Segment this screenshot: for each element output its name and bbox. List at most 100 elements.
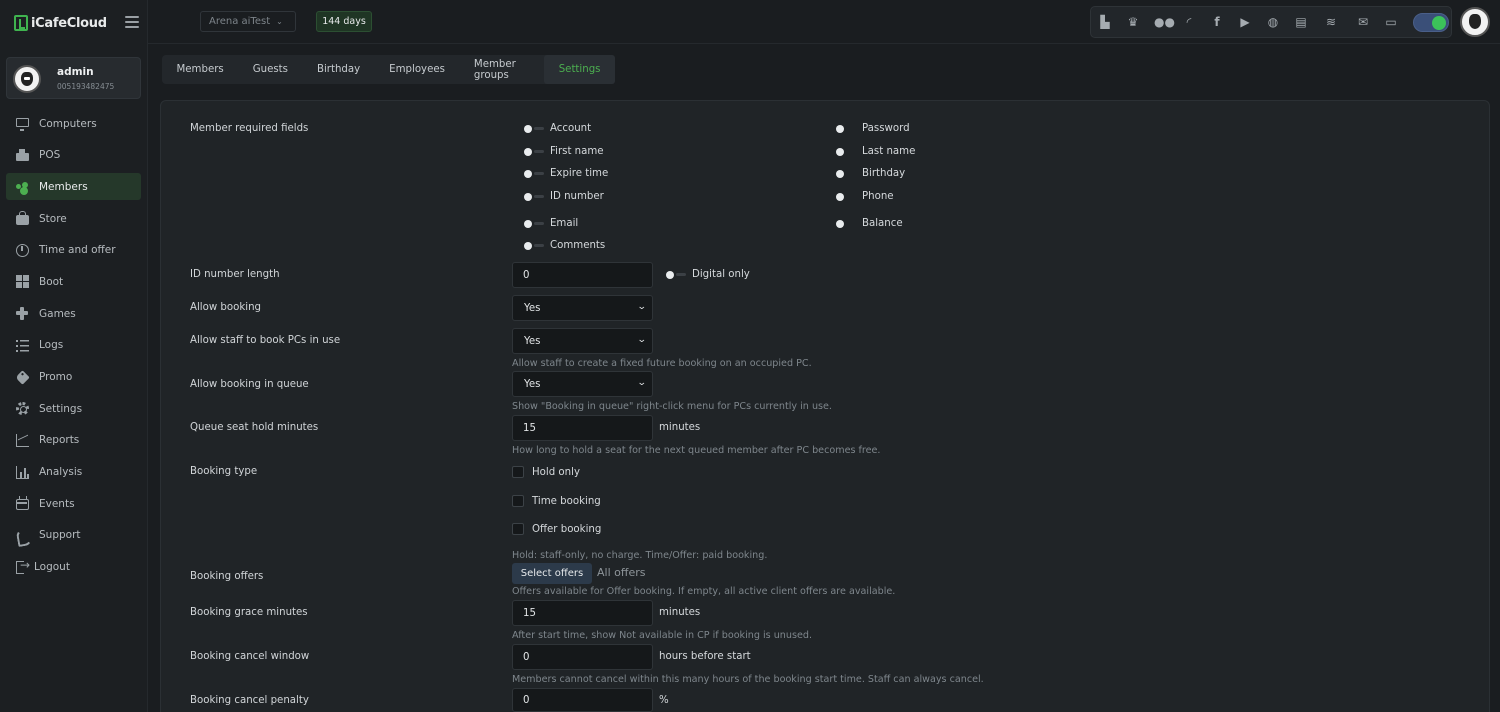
field-label: Phone	[862, 191, 894, 202]
checkbox[interactable]	[512, 495, 524, 507]
cancel-window-label: Booking cancel window	[190, 651, 310, 662]
field-toggle-first-name[interactable]: First name	[524, 146, 604, 157]
id-length-input[interactable]: 0	[512, 262, 653, 288]
field-toggle-birthday[interactable]: Birthday	[836, 168, 905, 179]
toggle-track	[534, 150, 544, 153]
sidebar-item-label: Events	[39, 497, 75, 510]
top-avatar[interactable]	[1460, 7, 1490, 37]
sidebar-item-pos[interactable]: POS	[6, 142, 141, 169]
checkbox[interactable]	[512, 523, 524, 535]
field-toggle-email[interactable]: Email	[524, 218, 578, 229]
sidebar-item-promo[interactable]: Promo	[6, 364, 141, 391]
sidebar-item-label: Time and offer	[39, 244, 116, 257]
tab-employees[interactable]: Employees	[375, 55, 460, 84]
digital-only-label: Digital only	[692, 269, 750, 280]
toggle-track	[534, 195, 544, 198]
toggle-dot	[524, 124, 532, 133]
booking-type-offer-booking[interactable]: Offer booking	[512, 523, 601, 535]
sidebar-item-computers[interactable]: Computers	[6, 110, 141, 137]
booking-type-time-booking[interactable]: Time booking	[512, 495, 601, 507]
toggle-dot	[666, 270, 674, 279]
cancel-window-input[interactable]: 0	[512, 644, 653, 670]
arena-select[interactable]: Arena aiTest ⌄	[200, 11, 296, 32]
queue-hold-input[interactable]: 15	[512, 415, 653, 441]
sidebar-item-games[interactable]: Games	[6, 300, 141, 327]
users-icon[interactable]: ●●	[1154, 16, 1175, 29]
field-label: First name	[550, 146, 604, 157]
sidebar-item-time-and-offer[interactable]: Time and offer	[6, 237, 141, 264]
field-toggle-balance[interactable]: Balance	[836, 218, 903, 229]
booking-queue-select[interactable]: Yes ⌄	[512, 371, 653, 397]
allow-booking-select[interactable]: Yes ⌄	[512, 295, 653, 321]
handshake-icon[interactable]: ≋	[1322, 16, 1340, 29]
globe-icon[interactable]: ◍	[1266, 16, 1280, 29]
days-remaining-badge[interactable]: 144 days	[316, 11, 372, 32]
news-icon[interactable]: ▤	[1294, 16, 1308, 29]
sidebar-item-logout[interactable]: Logout	[6, 554, 141, 581]
allow-staff-select[interactable]: Yes ⌄	[512, 328, 653, 354]
chat-icon[interactable]: ▭	[1384, 16, 1398, 29]
tab-settings[interactable]: Settings	[544, 55, 615, 84]
tab-member-groups[interactable]: Member groups	[459, 55, 544, 84]
sidebar-item-settings[interactable]: Settings	[6, 395, 141, 422]
digital-only-toggle[interactable]: Digital only	[666, 269, 750, 280]
booking-type-hold-only[interactable]: Hold only	[512, 466, 580, 478]
queue-hold-label: Queue seat hold minutes	[190, 422, 319, 433]
chevron-down-icon: ⌄	[637, 378, 648, 388]
toggle-dot	[836, 169, 844, 178]
sidebar-item-analysis[interactable]: Analysis	[6, 459, 141, 486]
toggle-knob	[1432, 16, 1446, 30]
field-toggle-password[interactable]: Password	[836, 123, 910, 134]
sidebar-item-logs[interactable]: Logs	[6, 332, 141, 359]
sidebar-item-label: Computers	[39, 117, 97, 130]
youtube-icon[interactable]: ▶	[1238, 16, 1252, 29]
list-icon	[16, 338, 29, 352]
phone-icon	[16, 529, 29, 542]
grace-input[interactable]: 15	[512, 600, 653, 626]
field-label: Expire time	[550, 168, 609, 179]
checkbox[interactable]	[512, 466, 524, 478]
windows-icon	[16, 275, 29, 289]
select-offers-button[interactable]: Select offers	[512, 563, 592, 584]
facebook-icon[interactable]: f	[1210, 16, 1224, 29]
sidebar-item-label: Settings	[39, 402, 83, 415]
field-toggle-expire-time[interactable]: Expire time	[524, 168, 608, 179]
dashboard-icon[interactable]: ▙	[1098, 16, 1112, 29]
required-fields-label: Member required fields	[190, 123, 309, 134]
sidebar-item-support[interactable]: Support	[6, 522, 141, 549]
menu-toggle-icon[interactable]	[125, 16, 139, 28]
logo[interactable]: iCafeCloud	[14, 12, 139, 34]
user-card[interactable]: admin 005193482475	[6, 57, 141, 99]
rss-icon[interactable]: ◜	[1182, 16, 1196, 29]
tab-guests[interactable]: Guests	[238, 55, 302, 84]
id-length-label: ID number length	[190, 269, 280, 280]
field-label: Last name	[862, 146, 916, 157]
field-toggle-comments[interactable]: Comments	[524, 240, 605, 251]
sidebar-item-label: Reports	[39, 434, 80, 447]
sidebar: iCafeCloud admin 005193482475 Computers …	[0, 0, 148, 712]
sidebar-item-members[interactable]: Members	[6, 173, 141, 201]
toggle-track	[534, 172, 544, 175]
cancel-penalty-input[interactable]: 0	[512, 688, 653, 712]
cancel-window-unit: hours before start	[659, 651, 751, 662]
theme-toggle[interactable]	[1413, 13, 1449, 32]
sidebar-item-events[interactable]: Events	[6, 490, 141, 517]
field-toggle-id-number[interactable]: ID number	[524, 191, 604, 202]
toggle-track	[846, 222, 856, 225]
toggle-track	[534, 222, 544, 225]
sidebar-item-store[interactable]: Store	[6, 205, 141, 232]
toggle-track	[846, 127, 856, 130]
field-toggle-account[interactable]: Account	[524, 123, 591, 134]
bar-chart-icon	[16, 465, 29, 479]
sidebar-item-reports[interactable]: Reports	[6, 427, 141, 454]
tab-members[interactable]: Members	[162, 55, 238, 84]
field-toggle-last-name[interactable]: Last name	[836, 146, 915, 157]
trophy-icon[interactable]: ♛	[1126, 16, 1140, 29]
field-toggle-phone[interactable]: Phone	[836, 191, 894, 202]
mail-icon[interactable]: ✉	[1356, 16, 1370, 29]
sidebar-item-boot[interactable]: Boot	[6, 268, 141, 295]
tab-birthday[interactable]: Birthday	[302, 55, 374, 84]
grace-unit: minutes	[659, 607, 701, 618]
toggle-dot	[836, 147, 844, 156]
toggle-track	[676, 273, 686, 276]
